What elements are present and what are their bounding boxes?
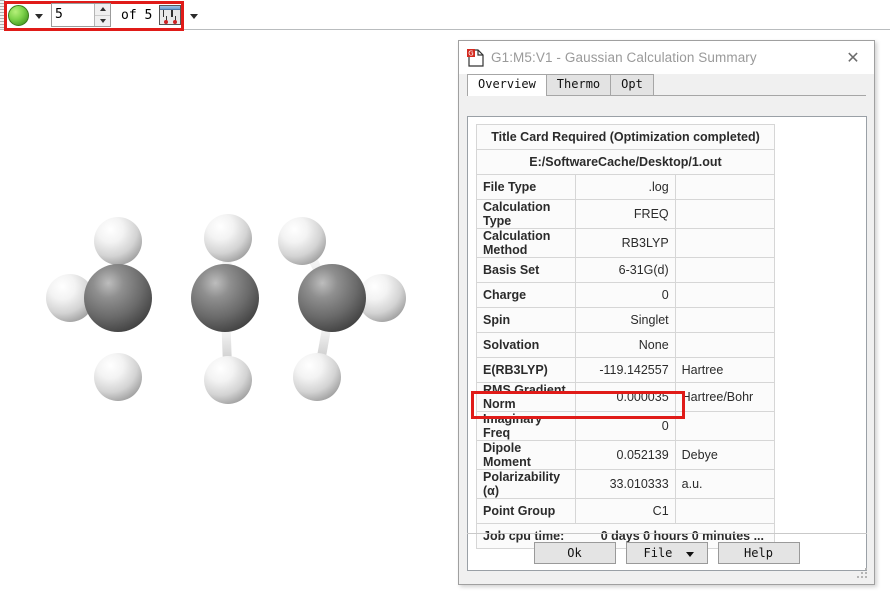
stepper-arrows[interactable]	[94, 4, 110, 26]
row-unit: a.u.	[674, 469, 776, 499]
frame-number-stepper[interactable]: 5	[51, 3, 111, 27]
tab-opt[interactable]: Opt	[610, 74, 654, 95]
file-button-label: File	[643, 546, 673, 560]
tab-thermo[interactable]: Thermo	[545, 74, 612, 95]
row-value: 0	[575, 411, 676, 441]
table-row: Point Group C1	[475, 498, 776, 524]
row-value: None	[575, 332, 676, 358]
row-unit	[674, 174, 776, 200]
row-label: Point Group	[475, 498, 577, 524]
row-value: 33.010333	[575, 469, 676, 499]
caret-down-icon	[99, 18, 106, 23]
row-unit: Hartree/Bohr	[674, 382, 776, 412]
chevron-down-icon-display-mode[interactable]	[35, 13, 43, 19]
row-label: RMS Gradient Norm	[475, 382, 577, 412]
table-row: Charge 0	[475, 282, 776, 308]
table-row: Polarizability (α) 33.010333 a.u.	[475, 469, 776, 499]
table-row: File Type .log	[475, 174, 776, 200]
resize-grip[interactable]	[857, 568, 868, 579]
row-label: Calculation Type	[475, 199, 577, 229]
carbon-atoms	[84, 264, 366, 332]
stepper-up-button[interactable]	[95, 4, 110, 16]
chevron-down-icon-vibration[interactable]	[190, 13, 199, 19]
dialog-button-bar: Ok File Help	[459, 532, 874, 584]
calculation-summary-table: Title Card Required (Optimization comple…	[475, 124, 776, 549]
dialog-title: G1:M5:V1 - Gaussian Calculation Summary	[491, 50, 757, 65]
help-button[interactable]: Help	[717, 542, 800, 564]
table-row-imaginary-freq: Imaginary Freq 0	[475, 411, 776, 441]
table-row: Basis Set 6-31G(d)	[475, 257, 776, 283]
row-label: Spin	[475, 307, 577, 333]
table-row-title-card: Title Card Required (Optimization comple…	[476, 124, 775, 150]
vibration-animation-icon[interactable]	[159, 5, 182, 25]
summary-table-wrap: Title Card Required (Optimization comple…	[475, 124, 776, 549]
row-unit	[674, 498, 776, 524]
tab-overview[interactable]: Overview	[467, 74, 547, 96]
file-path-cell: E:/SoftwareCache/Desktop/1.out	[476, 149, 775, 175]
row-label: E(RB3LYP)	[475, 357, 577, 383]
row-label: Charge	[475, 282, 577, 308]
row-value: FREQ	[575, 199, 676, 229]
gaussian-calculation-summary-dialog: G G1:M5:V1 - Gaussian Calculation Summar…	[458, 40, 875, 585]
dialog-tabs: Overview Thermo Opt	[467, 74, 866, 96]
chevron-down-icon-file	[685, 552, 694, 557]
row-value: -119.142557	[575, 357, 676, 383]
row-label: File Type	[475, 174, 577, 200]
row-unit	[674, 199, 776, 229]
table-row-file-path: E:/SoftwareCache/Desktop/1.out	[476, 149, 775, 175]
row-label: Calculation Method	[475, 228, 577, 258]
frame-number-input[interactable]: 5	[52, 4, 94, 26]
row-unit: Debye	[674, 440, 776, 470]
table-row: E(RB3LYP) -119.142557 Hartree	[475, 357, 776, 383]
row-unit	[674, 332, 776, 358]
row-value: 0.052139	[575, 440, 676, 470]
hydrogen-atoms-front	[94, 353, 341, 404]
frame-total-label: of 5	[121, 7, 153, 23]
row-label: Polarizability (α)	[475, 469, 577, 499]
table-row: RMS Gradient Norm 0.000035 Hartree/Bohr	[475, 382, 776, 412]
summary-table-body: Title Card Required (Optimization comple…	[475, 124, 776, 549]
table-row: Calculation Type FREQ	[475, 199, 776, 229]
frame-toolbar: 5 of 5	[8, 3, 199, 27]
table-row: Spin Singlet	[475, 307, 776, 333]
row-unit	[674, 257, 776, 283]
close-icon[interactable]: ✕	[832, 41, 874, 74]
ok-button[interactable]: Ok	[533, 542, 616, 564]
row-value: C1	[575, 498, 676, 524]
stepper-down-button[interactable]	[95, 15, 110, 26]
row-value: 0.000035	[575, 382, 676, 412]
gaussian-file-icon: G	[467, 48, 484, 67]
title-card-cell: Title Card Required (Optimization comple…	[476, 124, 775, 150]
table-row: Calculation Method RB3LYP	[475, 228, 776, 258]
row-value: Singlet	[575, 307, 676, 333]
row-unit	[674, 411, 776, 441]
app-root: 5 of 5 G G1:M5:V1 - Gaussian Calculation…	[0, 0, 890, 595]
row-unit: Hartree	[674, 357, 776, 383]
row-value: RB3LYP	[575, 228, 676, 258]
row-label: Solvation	[475, 332, 577, 358]
row-label: Basis Set	[475, 257, 577, 283]
row-value: .log	[575, 174, 676, 200]
row-label: Dipole Moment	[475, 440, 577, 470]
table-row: Dipole Moment 0.052139 Debye	[475, 440, 776, 470]
row-value: 0	[575, 282, 676, 308]
dialog-titlebar[interactable]: G G1:M5:V1 - Gaussian Calculation Summar…	[459, 41, 874, 74]
overview-panel: Title Card Required (Optimization comple…	[467, 116, 867, 571]
dialog-buttons: Ok File Help	[459, 542, 874, 564]
row-unit	[674, 282, 776, 308]
caret-up-icon	[99, 7, 106, 12]
row-value: 6-31G(d)	[575, 257, 676, 283]
file-button[interactable]: File	[625, 542, 708, 564]
row-label: Imaginary Freq	[475, 411, 577, 441]
button-bar-divider	[467, 533, 867, 534]
row-unit	[674, 307, 776, 333]
table-row: Solvation None	[475, 332, 776, 358]
row-unit	[674, 228, 776, 258]
green-sphere-icon[interactable]	[8, 4, 29, 26]
svg-text:G: G	[468, 49, 473, 57]
